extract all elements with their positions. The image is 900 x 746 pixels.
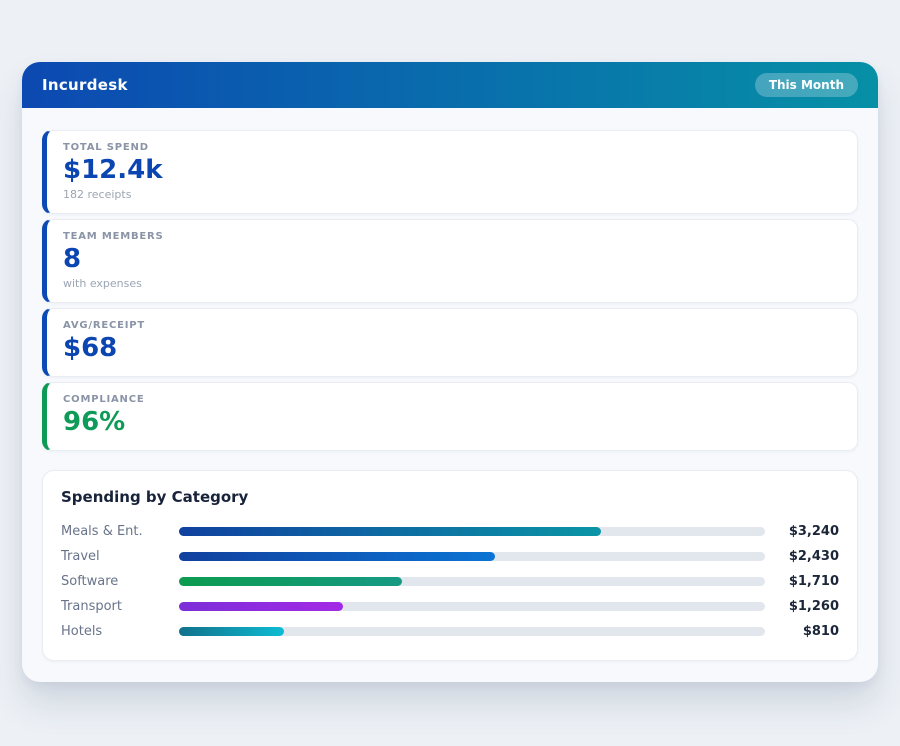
category-row: Travel $2,430 [61, 544, 839, 569]
stat-value: $68 [63, 334, 841, 364]
category-value: $1,260 [777, 599, 839, 614]
category-bar-track [179, 552, 765, 561]
stat-label: COMPLIANCE [63, 394, 841, 405]
category-bar-fill [179, 552, 495, 561]
app-header: Incurdesk This Month [22, 62, 878, 108]
category-bar-track [179, 627, 765, 636]
stat-card: TEAM MEMBERS 8 with expenses [42, 219, 858, 303]
stat-card: AVG/RECEIPT $68 [42, 308, 858, 377]
category-rows: Meals & Ent. $3,240 Travel $2,430 Software $1… [61, 519, 839, 644]
stat-card: COMPLIANCE 96% [42, 382, 858, 451]
stat-sub: 182 receipts [63, 188, 841, 201]
category-label: Meals & Ent. [61, 524, 179, 539]
category-value: $3,240 [777, 524, 839, 539]
category-row: Software $1,710 [61, 569, 839, 594]
category-row: Meals & Ent. $3,240 [61, 519, 839, 544]
period-badge[interactable]: This Month [755, 73, 858, 97]
category-label: Hotels [61, 624, 179, 639]
category-label: Travel [61, 549, 179, 564]
category-value: $2,430 [777, 549, 839, 564]
category-bar-fill [179, 627, 284, 636]
stat-sub: with expenses [63, 277, 841, 290]
panel-content: TOTAL SPEND $12.4k 182 receipts TEAM MEMBER… [22, 108, 878, 682]
stat-label: AVG/RECEIPT [63, 320, 841, 331]
category-bar-fill [179, 577, 402, 586]
category-value: $1,710 [777, 574, 839, 589]
stat-label: TOTAL SPEND [63, 142, 841, 153]
category-bar-track [179, 602, 765, 611]
category-row: Hotels $810 [61, 619, 839, 644]
category-bar-fill [179, 527, 601, 536]
stat-value: $12.4k [63, 156, 841, 186]
stat-value: 96% [63, 408, 841, 438]
app-title: Incurdesk [42, 76, 128, 94]
stat-card: TOTAL SPEND $12.4k 182 receipts [42, 130, 858, 214]
spending-card-title: Spending by Category [61, 488, 839, 506]
stats-list: TOTAL SPEND $12.4k 182 receipts TEAM MEMBER… [42, 130, 858, 451]
category-label: Transport [61, 599, 179, 614]
category-value: $810 [777, 624, 839, 639]
category-bar-fill [179, 602, 343, 611]
category-bar-track [179, 527, 765, 536]
stat-label: TEAM MEMBERS [63, 231, 841, 242]
spending-card: Spending by Category Meals & Ent. $3,240 T… [42, 470, 858, 661]
category-label: Software [61, 574, 179, 589]
dashboard-panel: Incurdesk This Month TOTAL SPEND $12.4k 18… [22, 62, 878, 682]
category-row: Transport $1,260 [61, 594, 839, 619]
category-bar-track [179, 577, 765, 586]
stat-value: 8 [63, 245, 841, 275]
